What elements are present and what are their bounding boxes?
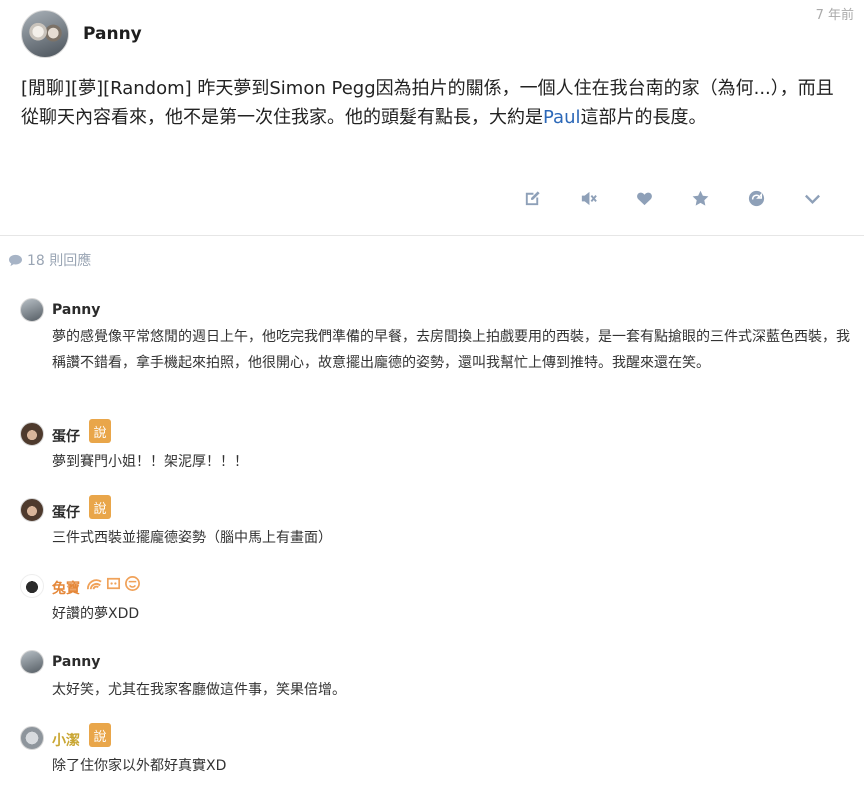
mention-link[interactable]: Paul [543, 107, 581, 128]
avatar[interactable] [20, 498, 44, 522]
comment-author[interactable]: Panny [52, 302, 100, 318]
comment-text: 除了住你家以外都好真實XD [52, 758, 227, 774]
say-badge: 說 [89, 419, 111, 443]
comment-text: 夢的感覺像平常悠閒的週日上午，他吃完我們準備的早餐，去房間換上拍戲要用的西裝，是… [52, 329, 850, 371]
heart-icon [636, 192, 652, 205]
favorite-button[interactable] [672, 186, 728, 210]
karma-badges [86, 575, 141, 592]
comment-text: 太好笑，尤其在我家客廳做這件事，笑果倍增。 [52, 682, 346, 698]
like-button[interactable] [616, 186, 672, 210]
comment-author[interactable]: Panny [52, 654, 100, 670]
post-body: [閒聊][夢][Random] 昨天夢到Simon Pegg因為拍片的關係，一個… [21, 74, 851, 132]
star-icon [692, 190, 708, 206]
post-text-part1: [閒聊][夢][Random] 昨天夢到Simon Pegg因為拍片的關係，一個… [21, 78, 834, 128]
post-actions-bar [504, 186, 840, 210]
say-badge: 說 [89, 723, 111, 747]
avatar[interactable] [20, 422, 44, 446]
avatar[interactable] [20, 726, 44, 750]
main-post: Panny 7 年前 [閒聊][夢][Random] 昨天夢到Simon Peg… [0, 0, 864, 236]
rainbow-icon [86, 575, 103, 592]
post-text-part2: 這部片的長度。 [580, 107, 707, 128]
reply-count[interactable]: 18 則回應 [8, 250, 91, 270]
comment-author[interactable]: 小潔 [52, 730, 80, 750]
post-author-name[interactable]: Panny [83, 24, 142, 44]
chevron-down-icon [804, 194, 820, 204]
mute-button[interactable] [560, 186, 616, 210]
comment-text: 夢到賽門小姐！！架泥厚！！！ [52, 454, 248, 470]
mute-icon [581, 191, 597, 205]
say-badge: 說 [89, 495, 111, 519]
comment-author[interactable]: 兔寶 [52, 578, 80, 598]
comment-author[interactable]: 蛋仔 [52, 502, 80, 522]
replurk-button[interactable] [728, 186, 784, 210]
author-avatar[interactable] [21, 10, 69, 58]
edit-icon [525, 190, 540, 205]
divider [0, 235, 864, 236]
post-timestamp: 7 年前 [815, 8, 854, 23]
more-button[interactable] [784, 186, 840, 210]
comment-author[interactable]: 蛋仔 [52, 426, 80, 446]
avatar[interactable] [20, 650, 44, 674]
reply-count-label: 18 則回應 [27, 253, 92, 269]
baby-icon [105, 575, 122, 592]
speech-bubble-icon [9, 254, 22, 266]
edit-button[interactable] [504, 186, 560, 210]
share-icon [748, 190, 764, 206]
smiley-icon [124, 575, 141, 592]
avatar[interactable] [20, 298, 44, 322]
avatar[interactable] [20, 574, 44, 598]
comment-text: 三件式西裝並擺龐德姿勢（腦中馬上有畫面） [52, 530, 332, 546]
comment-text: 好讚的夢XDD [52, 606, 140, 622]
